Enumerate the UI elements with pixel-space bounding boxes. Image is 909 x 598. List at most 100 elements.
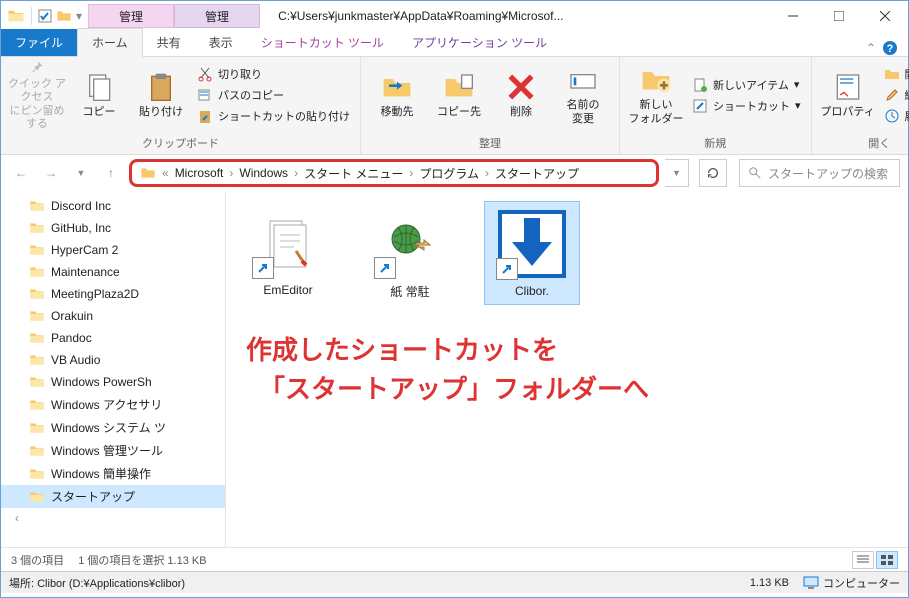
paste-button[interactable]: 貼り付け	[131, 59, 191, 131]
crumb[interactable]: スタート メニュー	[304, 165, 403, 182]
context-tab-app[interactable]: 管理	[174, 4, 260, 28]
folder-icon	[140, 165, 156, 181]
file-item[interactable]: 紙 常駐	[362, 201, 458, 306]
tree-item[interactable]: Discord Inc	[1, 195, 225, 217]
tree-item[interactable]: Windows 簡単操作	[1, 462, 225, 485]
selection-info: 1 個の項目を選択 1.13 KB	[78, 552, 206, 568]
up-button[interactable]: ↑	[99, 161, 123, 185]
search-icon	[748, 166, 762, 180]
annotation-overlay: 作成したショートカットを 「スタートアップ」フォルダーへ	[246, 331, 898, 409]
group-label: 開く	[812, 133, 909, 154]
location-text: 場所: Clibor (D:¥Applications¥clibor)	[9, 575, 185, 591]
pin-quickaccess-button[interactable]: クイック アクセス にピン留めする	[7, 59, 67, 131]
computer-label: コンピューター	[803, 575, 900, 591]
content: Discord IncGitHub, IncHyperCam 2Maintena…	[1, 191, 908, 547]
tree-item[interactable]: MeetingPlaza2D	[1, 283, 225, 305]
tree-item[interactable]: Windows アクセサリ	[1, 393, 225, 416]
tree-expand[interactable]: ‹	[1, 508, 225, 528]
back-button[interactable]: ←	[9, 161, 33, 185]
tree-item[interactable]: Maintenance	[1, 261, 225, 283]
icons-view-button[interactable]	[876, 551, 898, 569]
tab-view[interactable]: 表示	[195, 29, 247, 56]
group-label: クリップボード	[1, 133, 360, 154]
context-tab-shortcut[interactable]: 管理	[88, 4, 174, 28]
help-icon[interactable]: ?	[882, 40, 898, 56]
folder-tree[interactable]: Discord IncGitHub, IncHyperCam 2Maintena…	[1, 191, 226, 547]
titlebar: ▾ 管理 管理 C:¥Users¥junkmaster¥AppData¥Roam…	[1, 1, 908, 31]
quick-access-toolbar: ▾	[1, 7, 88, 25]
search-placeholder: スタートアップの検索	[768, 165, 888, 182]
refresh-button[interactable]	[699, 159, 727, 187]
size-text: 1.13 KB	[750, 577, 789, 589]
item-count: 3 個の項目	[11, 552, 64, 568]
tree-item[interactable]: Windows システム ツ	[1, 416, 225, 439]
delete-button[interactable]: 削除	[491, 59, 551, 131]
rename-button[interactable]: 名前の 変更	[553, 59, 613, 131]
newshortcut-button[interactable]: ショートカット ▾	[688, 97, 805, 115]
ribbon-group-organize: 移動先 コピー先 削除 名前の 変更 整理	[361, 57, 620, 154]
tree-item[interactable]: Pandoc	[1, 327, 225, 349]
crumb[interactable]: Microsoft	[175, 166, 224, 180]
copypath-button[interactable]: パスのコピー	[193, 86, 354, 104]
ribbon-help: ⌃ ?	[856, 40, 908, 56]
file-item[interactable]: Clibor.	[484, 201, 580, 305]
cut-button[interactable]: 切り取り	[193, 65, 354, 83]
tree-item[interactable]: Windows PowerSh	[1, 371, 225, 393]
open-button[interactable]: 開く ▾	[880, 65, 909, 83]
search-input[interactable]: スタートアップの検索	[739, 159, 900, 187]
checkbox-icon[interactable]	[38, 9, 52, 23]
file-pane[interactable]: EmEditor 紙 常駐 Clibor. 作成したショートカットを 「スタートアッ…	[226, 191, 908, 547]
newfolder-button[interactable]: 新しい フォルダー	[626, 59, 686, 131]
window-title: C:¥Users¥junkmaster¥AppData¥Roaming¥Micr…	[260, 9, 770, 23]
properties-button[interactable]: プロパティ	[818, 59, 878, 131]
forward-button[interactable]: →	[39, 161, 63, 185]
statusbar-bottom: 場所: Clibor (D:¥Applications¥clibor) 1.13…	[1, 571, 908, 593]
context-tabs: 管理 管理	[88, 4, 260, 28]
tree-item[interactable]: Windows 管理ツール	[1, 439, 225, 462]
crumb[interactable]: プログラム	[419, 165, 479, 182]
tab-share[interactable]: 共有	[143, 29, 195, 56]
tree-item[interactable]: Orakuin	[1, 305, 225, 327]
newitem-button[interactable]: 新しいアイテム ▾	[688, 76, 805, 94]
tab-shortcut-tools[interactable]: ショートカット ツール	[247, 29, 398, 56]
history-button[interactable]: 履歴	[880, 107, 909, 125]
paste-shortcut-button[interactable]: ショートカットの貼り付け	[193, 107, 354, 125]
folder-icon	[7, 7, 25, 25]
folder-small-icon[interactable]	[56, 8, 72, 24]
edit-button[interactable]: 編集	[880, 86, 909, 104]
minimize-button[interactable]	[770, 1, 816, 31]
ribbon: クイック アクセス にピン留めする コピー 貼り付け 切り取り パスのコピー シ…	[1, 57, 908, 155]
ribbon-group-clipboard: クイック アクセス にピン留めする コピー 貼り付け 切り取り パスのコピー シ…	[1, 57, 361, 154]
crumb[interactable]: スタートアップ	[495, 165, 579, 182]
file-tab[interactable]: ファイル	[1, 29, 77, 56]
recent-dropdown[interactable]: ▼	[69, 161, 93, 185]
ribbon-tabs: ファイル ホーム 共有 表示 ショートカット ツール アプリケーション ツール …	[1, 31, 908, 57]
tree-item[interactable]: HyperCam 2	[1, 239, 225, 261]
close-button[interactable]	[862, 1, 908, 31]
maximize-button[interactable]	[816, 1, 862, 31]
moveto-button[interactable]: 移動先	[367, 59, 427, 131]
shortcut-overlay-icon	[252, 257, 274, 279]
details-view-button[interactable]	[852, 551, 874, 569]
ribbon-group-open: プロパティ 開く ▾ 編集 履歴 開く	[812, 57, 909, 154]
breadcrumb-dropdown[interactable]: ▼	[665, 159, 689, 187]
collapse-ribbon-icon[interactable]: ⌃	[866, 41, 876, 55]
tab-app-tools[interactable]: アプリケーション ツール	[398, 29, 561, 56]
tab-home[interactable]: ホーム	[77, 28, 143, 57]
group-label: 新規	[620, 133, 811, 154]
navbar: ← → ▼ ↑ « Microsoft› Windows› スタート メニュー›…	[1, 155, 908, 191]
qat-dropdown-icon[interactable]: ▾	[76, 9, 82, 23]
svg-text:?: ?	[887, 43, 894, 55]
tree-item[interactable]: スタートアップ	[1, 485, 225, 508]
ribbon-group-new: 新しい フォルダー 新しいアイテム ▾ ショートカット ▾ 新規	[620, 57, 812, 154]
shortcut-overlay-icon	[374, 257, 396, 279]
tree-item[interactable]: GitHub, Inc	[1, 217, 225, 239]
crumb[interactable]: Windows	[239, 166, 288, 180]
copyto-button[interactable]: コピー先	[429, 59, 489, 131]
file-item[interactable]: EmEditor	[240, 201, 336, 303]
copy-button[interactable]: コピー	[69, 59, 129, 131]
tree-item[interactable]: VB Audio	[1, 349, 225, 371]
breadcrumb[interactable]: « Microsoft› Windows› スタート メニュー› プログラム› …	[129, 159, 659, 187]
chevron-icon[interactable]: «	[158, 166, 173, 180]
statusbar: 3 個の項目 1 個の項目を選択 1.13 KB	[1, 547, 908, 571]
